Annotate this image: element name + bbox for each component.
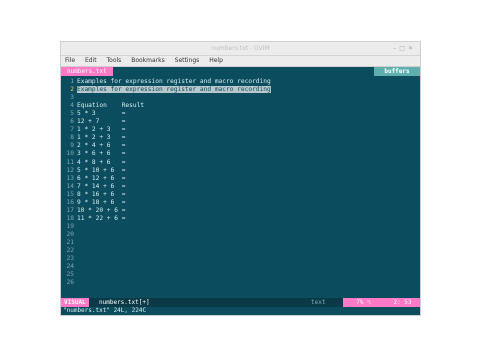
- editor-line[interactable]: 55 * 3 =: [61, 110, 125, 118]
- line-number: 12: [66, 166, 74, 174]
- line-text: 12 + 7 =: [77, 118, 126, 126]
- line-number: 2: [70, 86, 74, 94]
- status-percent: 7% ␤: [343, 298, 385, 307]
- line-text: 6 * 12 + 6 =: [77, 174, 126, 182]
- line-number: 6: [70, 118, 74, 126]
- mode-indicator: VISUAL: [61, 298, 89, 307]
- editor-line[interactable]: 20: [61, 231, 77, 239]
- line-number: 15: [66, 190, 74, 198]
- editor-line[interactable]: 11 4 * 8 + 6 =: [61, 158, 126, 167]
- editor-line[interactable]: 23: [61, 255, 77, 263]
- editor-line[interactable]: 2 Examples for expression register and ma…: [61, 86, 271, 94]
- editor-line[interactable]: 24: [61, 263, 77, 271]
- line-number: 25: [66, 271, 74, 279]
- editor-line[interactable]: 12 5 * 10 + 6 =: [61, 166, 126, 175]
- menu-bookmarks[interactable]: Bookmarks: [131, 57, 165, 64]
- line-text: 7 * 14 + 6 =: [77, 182, 126, 190]
- line-number: 26: [66, 279, 74, 287]
- editor-line[interactable]: 22: [61, 247, 77, 255]
- status-filename: numbers.txt[+]: [99, 299, 150, 306]
- status-position: 2: 53: [385, 298, 420, 307]
- editor-line[interactable]: 26: [61, 279, 77, 287]
- line-number: 10: [66, 150, 74, 158]
- editor-line[interactable]: 25: [61, 271, 77, 279]
- line-number: 9: [70, 142, 74, 150]
- line-text: 8 * 16 + 6 =: [77, 190, 126, 198]
- editor-line[interactable]: 21: [61, 239, 77, 247]
- window-title: numbers.txt - GVIM: [211, 45, 270, 52]
- editor-line[interactable]: 1 Examples for expression register and ma…: [61, 78, 271, 86]
- line-text: 11 * 22 + 6 =: [77, 214, 126, 222]
- editor-line[interactable]: 6 12 + 7 =: [61, 118, 125, 126]
- line-number: 23: [66, 255, 74, 263]
- line-text: 5 * 3 =: [77, 110, 126, 118]
- editor-line[interactable]: 81 * 2 + 3 =: [61, 134, 125, 142]
- editor-line[interactable]: 13 6 * 12 + 6 =: [61, 174, 126, 183]
- menu-tools[interactable]: Tools: [107, 57, 122, 64]
- line-text: Examples for expression register and mac…: [77, 86, 271, 94]
- line-number: 4: [70, 102, 74, 110]
- line-text: 4 * 8 + 6 =: [77, 158, 126, 166]
- editor-line[interactable]: 14 7 * 14 + 6 =: [61, 182, 126, 191]
- editor-line[interactable]: 92 * 4 + 6 =: [61, 142, 125, 150]
- line-text: 1 * 2 + 3 =: [77, 126, 126, 134]
- line-number: 14: [66, 182, 74, 190]
- line-number: 8: [70, 134, 74, 142]
- menu-bar: File Edit Tools Bookmarks Settings Help: [61, 56, 420, 67]
- line-text: Examples for expression register and mac…: [77, 78, 271, 85]
- line-text: 1 * 2 + 3 =: [77, 134, 126, 142]
- line-text: 5 * 10 + 6 =: [77, 166, 126, 174]
- line-number: 17: [66, 206, 74, 214]
- editor-line[interactable]: 4 Equation Result: [61, 102, 144, 110]
- line-number: 13: [66, 174, 74, 182]
- editor-line[interactable]: 19: [61, 223, 77, 231]
- line-text: 10 * 20 + 6 =: [77, 206, 126, 214]
- line-number: 1: [70, 78, 74, 85]
- title-bar: numbers.txt - GVIM –□✕: [61, 42, 420, 56]
- window-controls[interactable]: –□✕: [393, 42, 416, 55]
- menu-file[interactable]: File: [65, 57, 75, 64]
- gvim-window: numbers.txt - GVIM –□✕ File Edit Tools B…: [61, 42, 420, 315]
- line-number: 22: [66, 247, 74, 255]
- line-text: 2 * 4 + 6 =: [77, 142, 126, 150]
- editor-line[interactable]: 17 10 * 20 + 6 =: [61, 206, 126, 215]
- line-number: 21: [66, 239, 74, 246]
- line-text: 9 * 18 + 6 =: [77, 198, 126, 206]
- tab-line: numbers.txt buffers: [61, 67, 420, 76]
- buffers-label: buffers: [374, 67, 420, 76]
- line-number: 5: [70, 110, 74, 118]
- line-number: 24: [66, 263, 74, 271]
- line-number: 7: [70, 126, 74, 134]
- line-text: Equation Result: [77, 102, 145, 110]
- status-filetype: text: [311, 299, 326, 306]
- editor-line[interactable]: 18 11 * 22 + 6 =: [61, 214, 126, 223]
- editor-line[interactable]: 16 9 * 18 + 6 =: [61, 198, 126, 207]
- menu-settings[interactable]: Settings: [175, 57, 200, 64]
- line-number: 16: [66, 198, 74, 206]
- editor-line[interactable]: 3: [61, 94, 77, 102]
- menu-help[interactable]: Help: [209, 57, 223, 64]
- line-number: 11: [66, 158, 74, 166]
- editor-line[interactable]: 71 * 2 + 3 =: [61, 126, 125, 134]
- editor-area[interactable]: 1 Examples for expression register and ma…: [61, 76, 420, 298]
- editor-line[interactable]: 15 8 * 16 + 6 =: [61, 190, 126, 199]
- line-number: 3: [70, 94, 74, 102]
- editor-line[interactable]: 10 3 * 6 + 6 =: [61, 150, 126, 158]
- menu-edit[interactable]: Edit: [85, 57, 97, 64]
- line-text: 3 * 6 + 6 =: [77, 150, 126, 158]
- line-number: 20: [66, 230, 74, 238]
- tab-numbers-txt[interactable]: numbers.txt: [61, 67, 113, 76]
- line-number: 19: [66, 222, 74, 230]
- line-number: 18: [66, 214, 74, 222]
- status-line: VISUAL numbers.txt[+] text 7% ␤ 2: 53: [61, 298, 420, 307]
- command-line[interactable]: "numbers.txt" 24L, 224C: [61, 307, 420, 315]
